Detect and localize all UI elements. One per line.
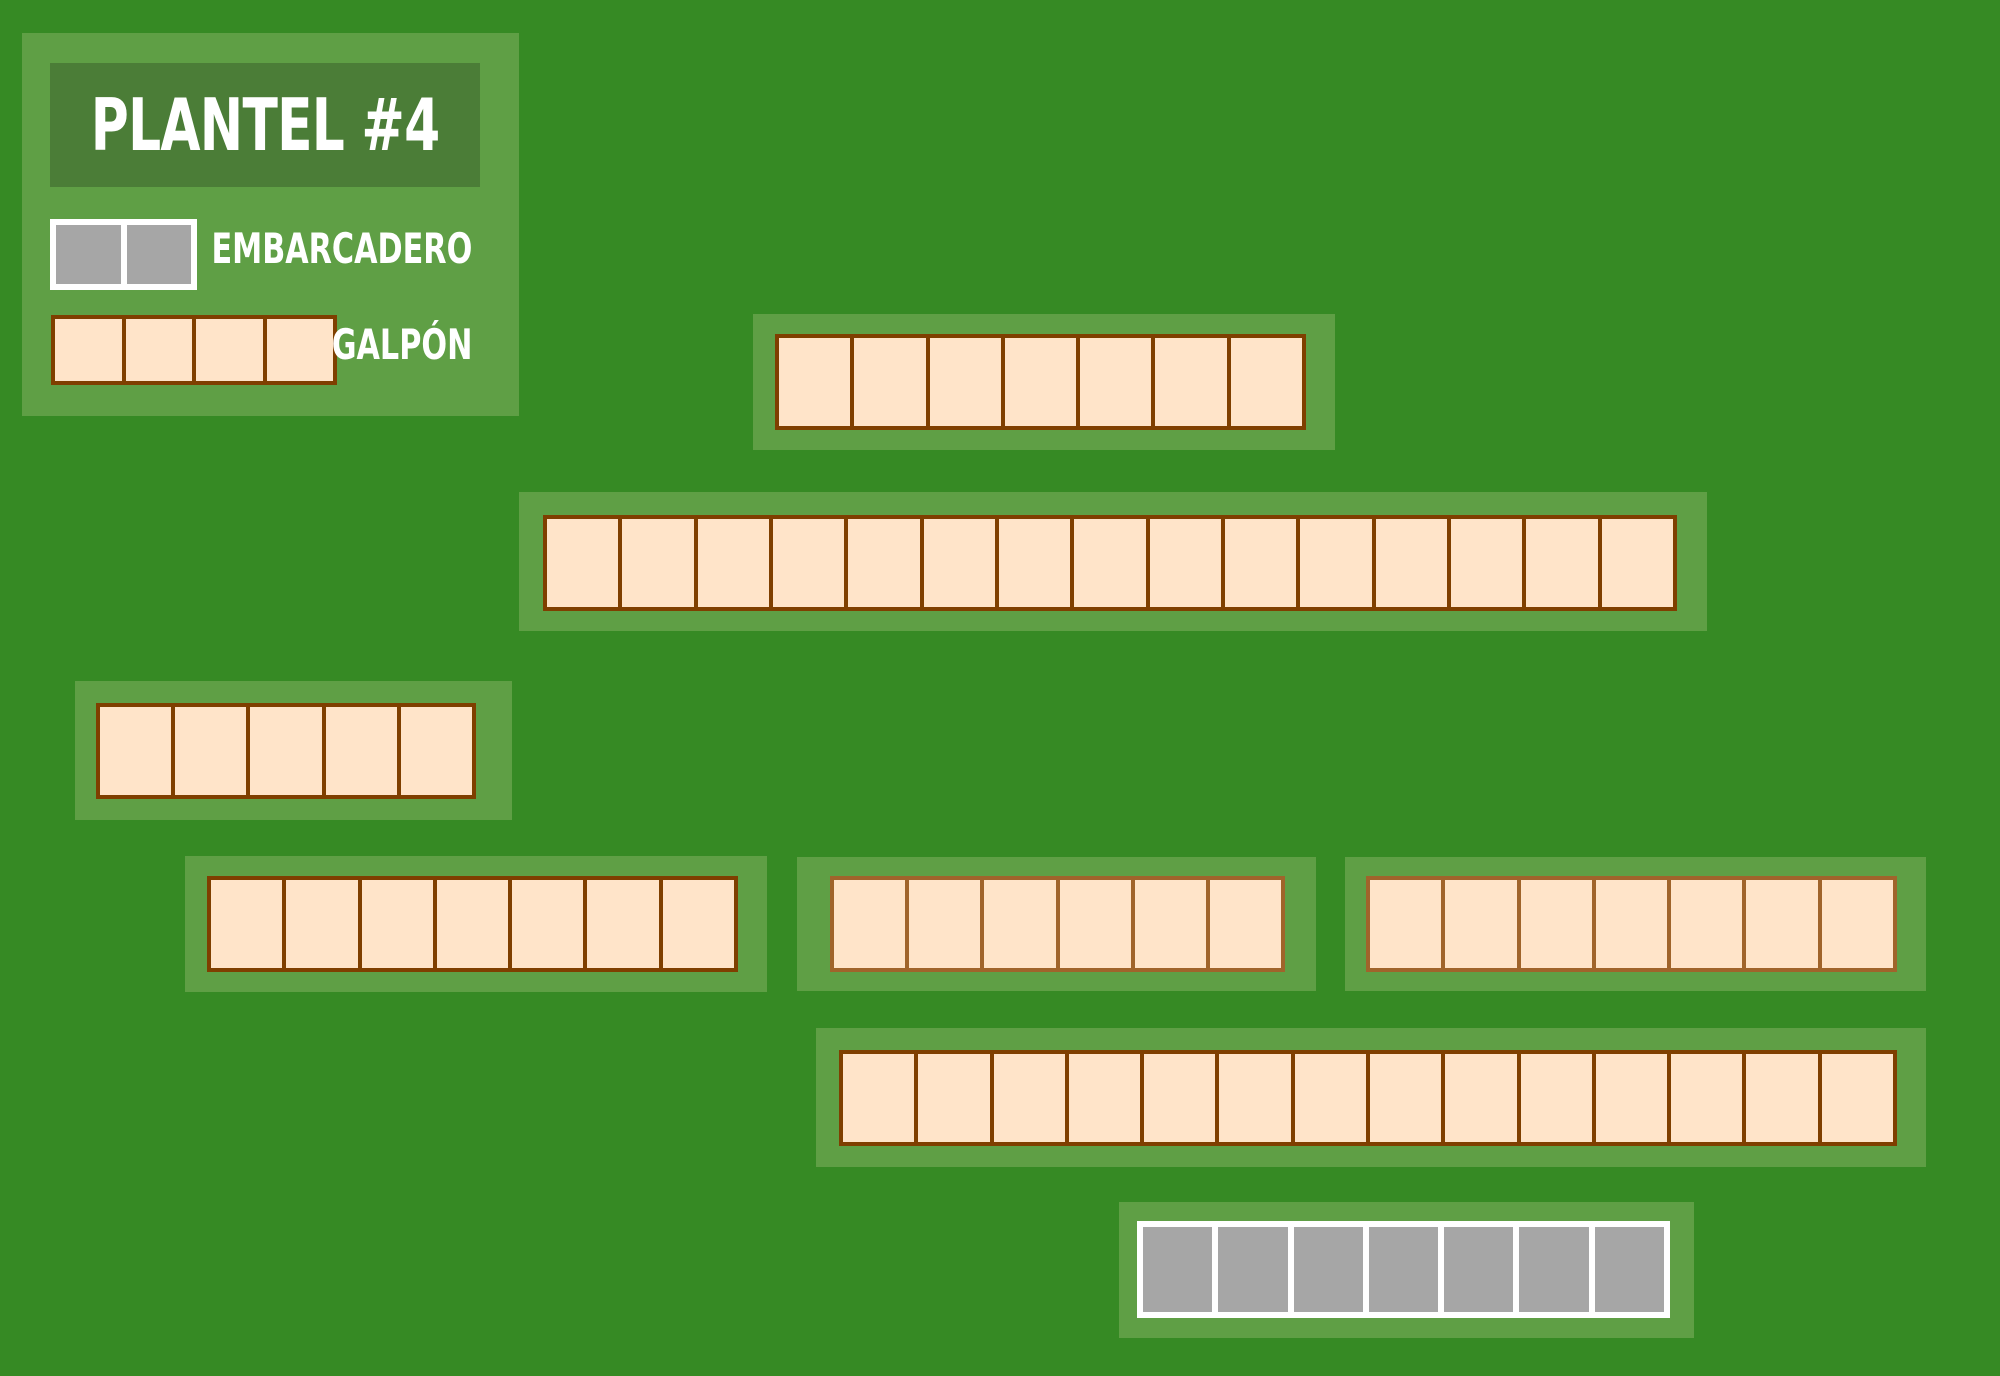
galpon-unit [1671,1054,1743,1142]
galpon-unit [266,319,333,381]
galpon-unit [211,880,283,968]
galpon-unit [100,707,172,795]
galpon-unit [1219,1054,1291,1142]
galpon-unit [998,519,1071,607]
legend-title-box: PLANTEL #4 [50,63,480,187]
galpon-unit [622,519,694,607]
galpon-unit [984,880,1056,968]
galpon-unit [834,880,906,968]
galpon-unit [1445,1054,1517,1142]
galpon-unit [1821,1054,1893,1142]
galpon-unit [1004,338,1077,426]
galpon-unit [1224,519,1297,607]
galpon-unit [436,880,509,968]
galpon-unit [547,519,619,607]
galpon-unit [843,1054,915,1142]
galpon-unit [1068,1054,1141,1142]
galpon-unit [697,519,769,607]
galpon-row [96,703,476,799]
galpon-unit [923,519,995,607]
galpon-unit [1746,880,1818,968]
galpon-unit [848,519,920,607]
galpon-unit [55,319,122,381]
galpon-unit [1601,519,1673,607]
legend-embarcadero-symbol [50,219,197,290]
galpon-unit [1821,880,1893,968]
galpon-unit [1450,519,1523,607]
embarcadero-unit [126,225,191,284]
galpon-unit [286,880,358,968]
galpon-unit [1059,880,1131,968]
galpon-unit [1595,1054,1668,1142]
galpon-row [207,876,738,972]
embarcadero-unit [1143,1227,1213,1312]
legend-title: PLANTEL #4 [90,83,440,167]
galpon-unit [909,880,981,968]
galpon-unit [772,519,845,607]
embarcadero-unit [1444,1227,1514,1312]
galpon-unit [1671,880,1743,968]
galpon-unit [854,338,926,426]
galpon-unit [662,880,734,968]
galpon-unit [175,707,247,795]
embarcadero-unit [1519,1227,1589,1312]
embarcadero-unit [56,225,121,284]
embarcadero-unit [1218,1227,1288,1312]
galpon-row [543,515,1677,611]
galpon-unit [1445,880,1517,968]
galpon-unit [1746,1054,1818,1142]
galpon-unit [1520,880,1592,968]
galpon-unit [400,707,473,795]
galpon-unit [1080,338,1152,426]
galpon-unit [1595,880,1668,968]
galpon-unit [1520,1054,1592,1142]
galpon-row [830,876,1285,972]
galpon-unit [512,880,584,968]
galpon-unit [1230,338,1302,426]
legend-galpon-symbol [51,315,337,385]
galpon-unit [1294,1054,1366,1142]
galpon-row [775,334,1306,430]
galpon-row [839,1050,1897,1146]
embarcadero-unit [1293,1227,1363,1312]
galpon-unit [1526,519,1598,607]
galpon-unit [918,1054,990,1142]
embarcadero-unit [1594,1227,1664,1312]
galpon-unit [325,707,397,795]
galpon-unit [1369,1054,1442,1142]
galpon-unit [1074,519,1146,607]
galpon-unit [993,1054,1065,1142]
embarcadero-row [1137,1221,1670,1318]
galpon-unit [1149,519,1221,607]
galpon-unit [1300,519,1372,607]
galpon-unit [779,338,851,426]
galpon-unit [1375,519,1447,607]
galpon-unit [196,319,263,381]
galpon-unit [929,338,1001,426]
galpon-unit [361,880,433,968]
galpon-unit [1370,880,1442,968]
legend-galpon-label: GALPÓN [331,320,472,369]
galpon-unit [125,319,192,381]
embarcadero-unit [1368,1227,1439,1312]
galpon-unit [1209,880,1282,968]
galpon-unit [587,880,659,968]
galpon-unit [1134,880,1206,968]
galpon-unit [1155,338,1227,426]
galpon-row [1366,876,1897,972]
galpon-unit [250,707,322,795]
galpon-unit [1144,1054,1216,1142]
legend-embarcadero-label: EMBARCADERO [211,224,472,273]
